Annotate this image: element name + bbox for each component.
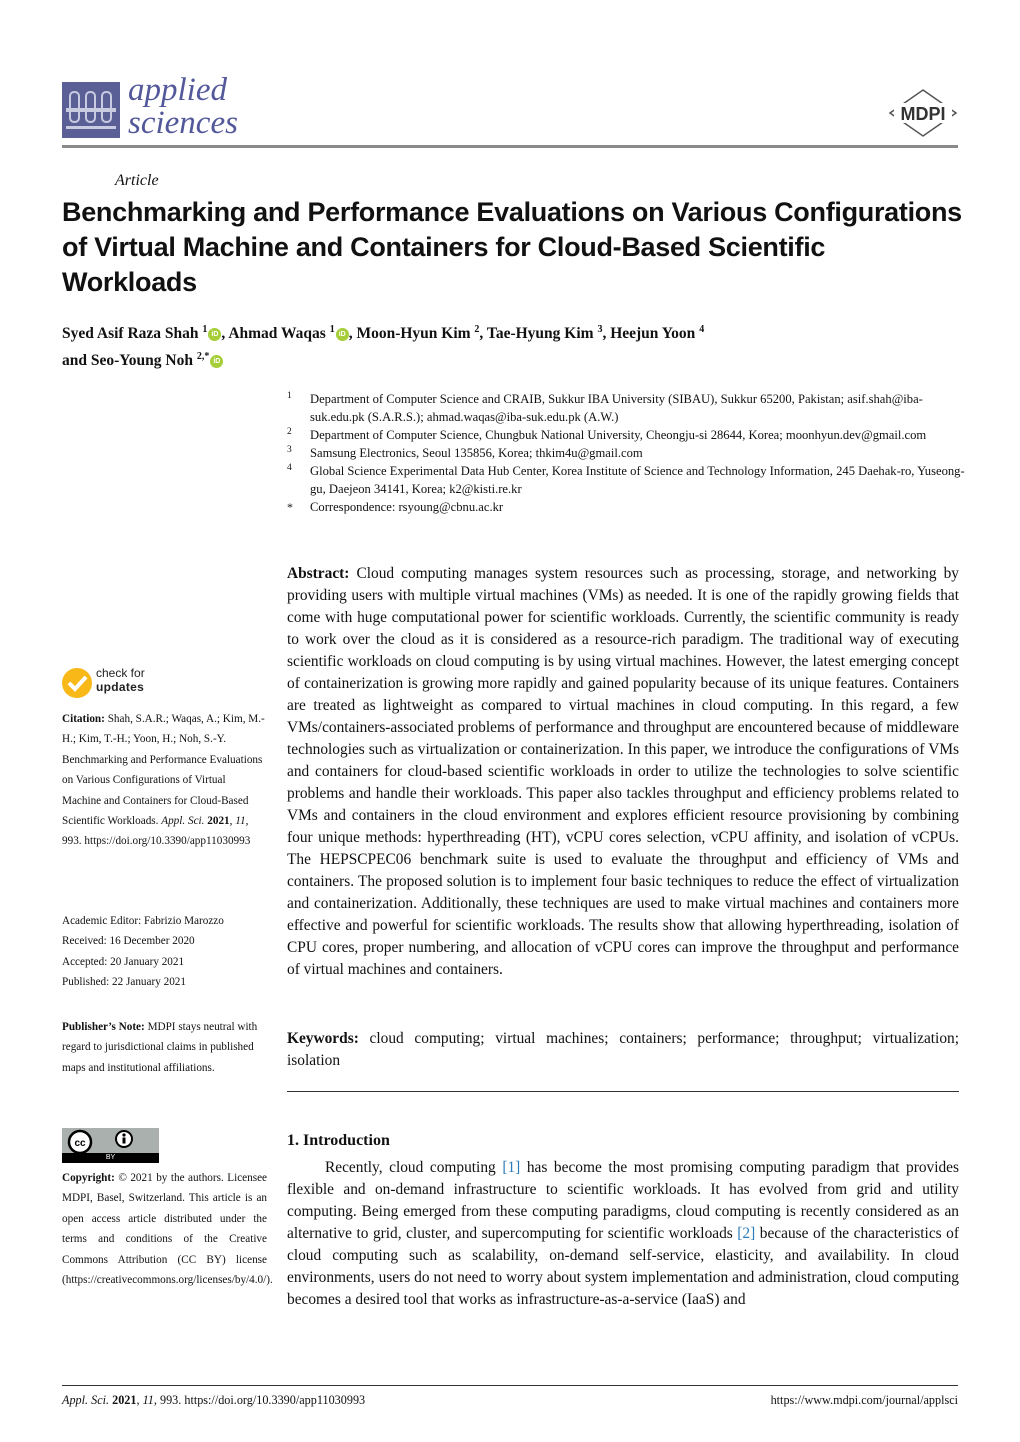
keywords: Keywords: cloud computing; virtual machi… [287,1028,959,1072]
abstract: Abstract: Cloud computing manages system… [287,563,959,981]
svg-text:cc: cc [74,1138,86,1149]
article-type: Article [115,172,159,189]
intro-text: Recently, cloud computing [325,1159,503,1176]
affiliation-item: * Correspondence: rsyoung@cbnu.ac.kr [287,498,967,516]
affiliation-text: Department of Computer Science and CRAIB… [310,392,923,424]
check-for-updates-button[interactable]: check for updates [62,666,172,701]
footer-journal: Appl. Sci. [62,1393,110,1407]
article-title: Benchmarking and Performance Evaluations… [62,197,962,297]
keywords-label: Keywords: [287,1030,359,1047]
citation-journal: Appl. Sci. [161,815,205,828]
copyright-label: Copyright: [62,1172,115,1184]
updates-label: updates [96,680,145,694]
affiliation-number: 4 [287,463,292,473]
author-affiliation-marker: 1 [202,324,208,335]
orcid-icon[interactable]: iD [210,355,224,369]
author-list: Syed Asif Raza Shah 1 iD, Ahmad Waqas 1 iD… [62,324,705,370]
author-name[interactable]: Ahmad Waqas [228,325,329,342]
svg-text:MDPI: MDPI [901,104,946,124]
mdpi-logo-icon: MDPI [888,88,958,138]
affiliation-item: 1 Department of Computer Science and CRAI… [287,390,967,426]
copyright-text: © 2021 by the authors. Licensee MDPI, Ba… [62,1172,273,1287]
checkmark-icon [62,668,92,698]
orcid-icon[interactable]: iD [335,328,349,342]
copyright-block: Copyright: © 2021 by the authors. Licens… [62,1168,273,1290]
footer-journal-url[interactable]: https://www.mdpi.com/journal/applsci [700,1393,958,1408]
publisher-note: Publisher’s Note: MDPI stays neutral wit… [62,1017,267,1078]
affiliation-number: * [287,500,293,514]
affiliation-text: Correspondence: rsyoung@cbnu.ac.kr [310,500,504,514]
citation-year: 2021 [207,815,230,828]
author-name[interactable]: Seo-Young Noh [91,352,197,369]
abstract-label: Abstract: [287,565,350,582]
affiliation-number: 3 [287,445,292,455]
footer-year: 2021 [112,1393,137,1407]
keywords-text: cloud computing; virtual machines; conta… [287,1030,959,1069]
journal-name: applied sciences [128,74,238,140]
footer-doi-link[interactable]: , 993. https://doi.org/10.3390/app110309… [154,1393,365,1407]
received-date: Received: 16 December 2020 [62,935,195,948]
reference-link[interactable]: [2] [737,1225,755,1242]
cc-by-label: BY [62,1153,159,1163]
author-name[interactable]: Tae-Hyung Kim [487,325,598,342]
citation-text: Shah, S.A.R.; Waqas, A.; Kim, M.-H.; Kim… [62,713,265,828]
affiliation-number: 1 [287,391,292,401]
affiliation-text: Global Science Experimental Data Hub Cen… [310,464,965,496]
footer-citation: Appl. Sci. 2021, 11, 993. https://doi.or… [62,1393,366,1407]
author-name[interactable]: Moon-Hyun Kim [356,325,474,342]
journal-name-line2: sciences [128,105,238,141]
header-divider [62,145,958,148]
footer-divider [62,1385,958,1386]
affiliation-text: Department of Computer Science, Chungbuk… [310,428,927,442]
reference-link[interactable]: [1] [502,1159,520,1176]
academic-editor: Academic Editor: Fabrizio Marozzo [62,915,224,927]
journal-logo-icon [62,82,120,138]
citation-block: Citation: Shah, S.A.R.; Waqas, A.; Kim, … [62,713,265,848]
affiliation-number: 2 [287,427,292,437]
accepted-date: Accepted: 20 January 2021 [62,955,185,968]
publication-dates: Academic Editor: Fabrizio Marozzo Receiv… [62,911,267,993]
abstract-text: Cloud computing manages system resources… [287,565,959,978]
published-date: Published: 22 January 2021 [62,976,186,989]
author-name[interactable]: Heejun Yoon [610,325,699,342]
check-updates-label: check for [96,666,145,680]
orcid-icon[interactable]: iD [208,328,222,342]
affiliation-item: 4 Global Science Experimental Data Hub Ce… [287,462,967,498]
author-affiliation-marker: 1 [329,324,335,335]
author-conjunction: and [62,352,91,370]
journal-name-line1: applied [128,72,227,108]
publisher-note-label: Publisher’s Note: [62,1021,145,1033]
author-affiliation-marker: 4 [699,324,705,335]
citation-label: Citation: [62,713,105,725]
citation-volume: 11 [235,815,246,828]
introduction-paragraph: Recently, cloud computing [1] has become… [287,1157,959,1311]
affiliation-text: Samsung Electronics, Seoul 135856, Korea… [310,446,643,460]
author-affiliation-marker: 2,* [196,351,210,363]
cc-by-license-badge[interactable]: cc BY [62,1128,159,1163]
author-name[interactable]: Syed Asif Raza Shah [62,325,202,342]
affiliation-item: 3 Samsung Electronics, Seoul 135856, Kore… [287,444,967,462]
section-heading-introduction: 1. Introduction [287,1132,390,1149]
section-divider [287,1091,959,1092]
affiliation-item: 2 Department of Computer Science, Chungbu… [287,426,967,444]
affiliations: 1 Department of Computer Science and CRAI… [287,390,967,516]
footer-volume: 11 [142,1393,154,1407]
